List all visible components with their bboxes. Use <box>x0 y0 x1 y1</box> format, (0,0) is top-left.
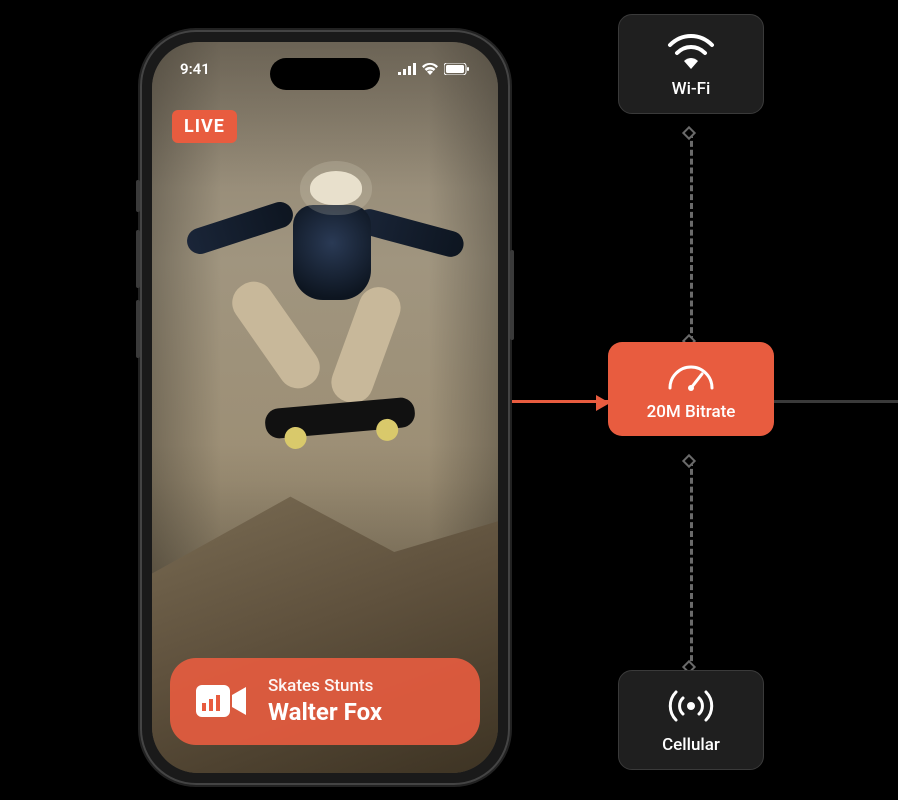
bitrate-node: 20M Bitrate <box>608 342 774 436</box>
cellular-node: Cellular <box>618 670 764 770</box>
dynamic-island <box>270 58 380 90</box>
connector-node <box>682 126 696 140</box>
connector-line-right <box>774 400 898 403</box>
phone-side-button <box>136 300 140 358</box>
phone-side-button <box>136 230 140 288</box>
live-badge: LIVE <box>172 110 237 143</box>
skateboarder-illustration <box>195 165 455 445</box>
phone-frame: 9:41 LIVE Skates Stunts <box>140 30 510 785</box>
wifi-label: Wi-Fi <box>672 79 711 99</box>
wifi-icon <box>667 31 715 69</box>
wifi-node: Wi-Fi <box>618 14 764 114</box>
stream-info-pill[interactable]: Skates Stunts Walter Fox <box>170 658 480 745</box>
status-indicators <box>398 60 470 78</box>
phone-side-button <box>510 250 514 340</box>
connector-node <box>682 454 696 468</box>
stream-subtitle: Skates Stunts <box>268 676 382 697</box>
arrow-phone-to-bitrate <box>510 400 608 403</box>
camera-icon <box>192 679 250 723</box>
gauge-icon <box>666 358 716 392</box>
wifi-status-icon <box>422 63 438 75</box>
signal-icon <box>398 63 416 75</box>
connector-line-bottom <box>690 460 693 670</box>
cellular-label: Cellular <box>662 735 720 755</box>
phone-side-button <box>136 180 140 212</box>
bitrate-label: 20M Bitrate <box>647 402 736 422</box>
connector-line-top <box>690 132 693 342</box>
battery-icon <box>444 63 470 75</box>
cellular-icon <box>666 687 716 725</box>
phone-screen: 9:41 LIVE Skates Stunts <box>152 42 498 773</box>
streamer-name: Walter Fox <box>268 697 382 727</box>
live-label: LIVE <box>184 116 225 137</box>
status-time: 9:41 <box>180 60 210 78</box>
